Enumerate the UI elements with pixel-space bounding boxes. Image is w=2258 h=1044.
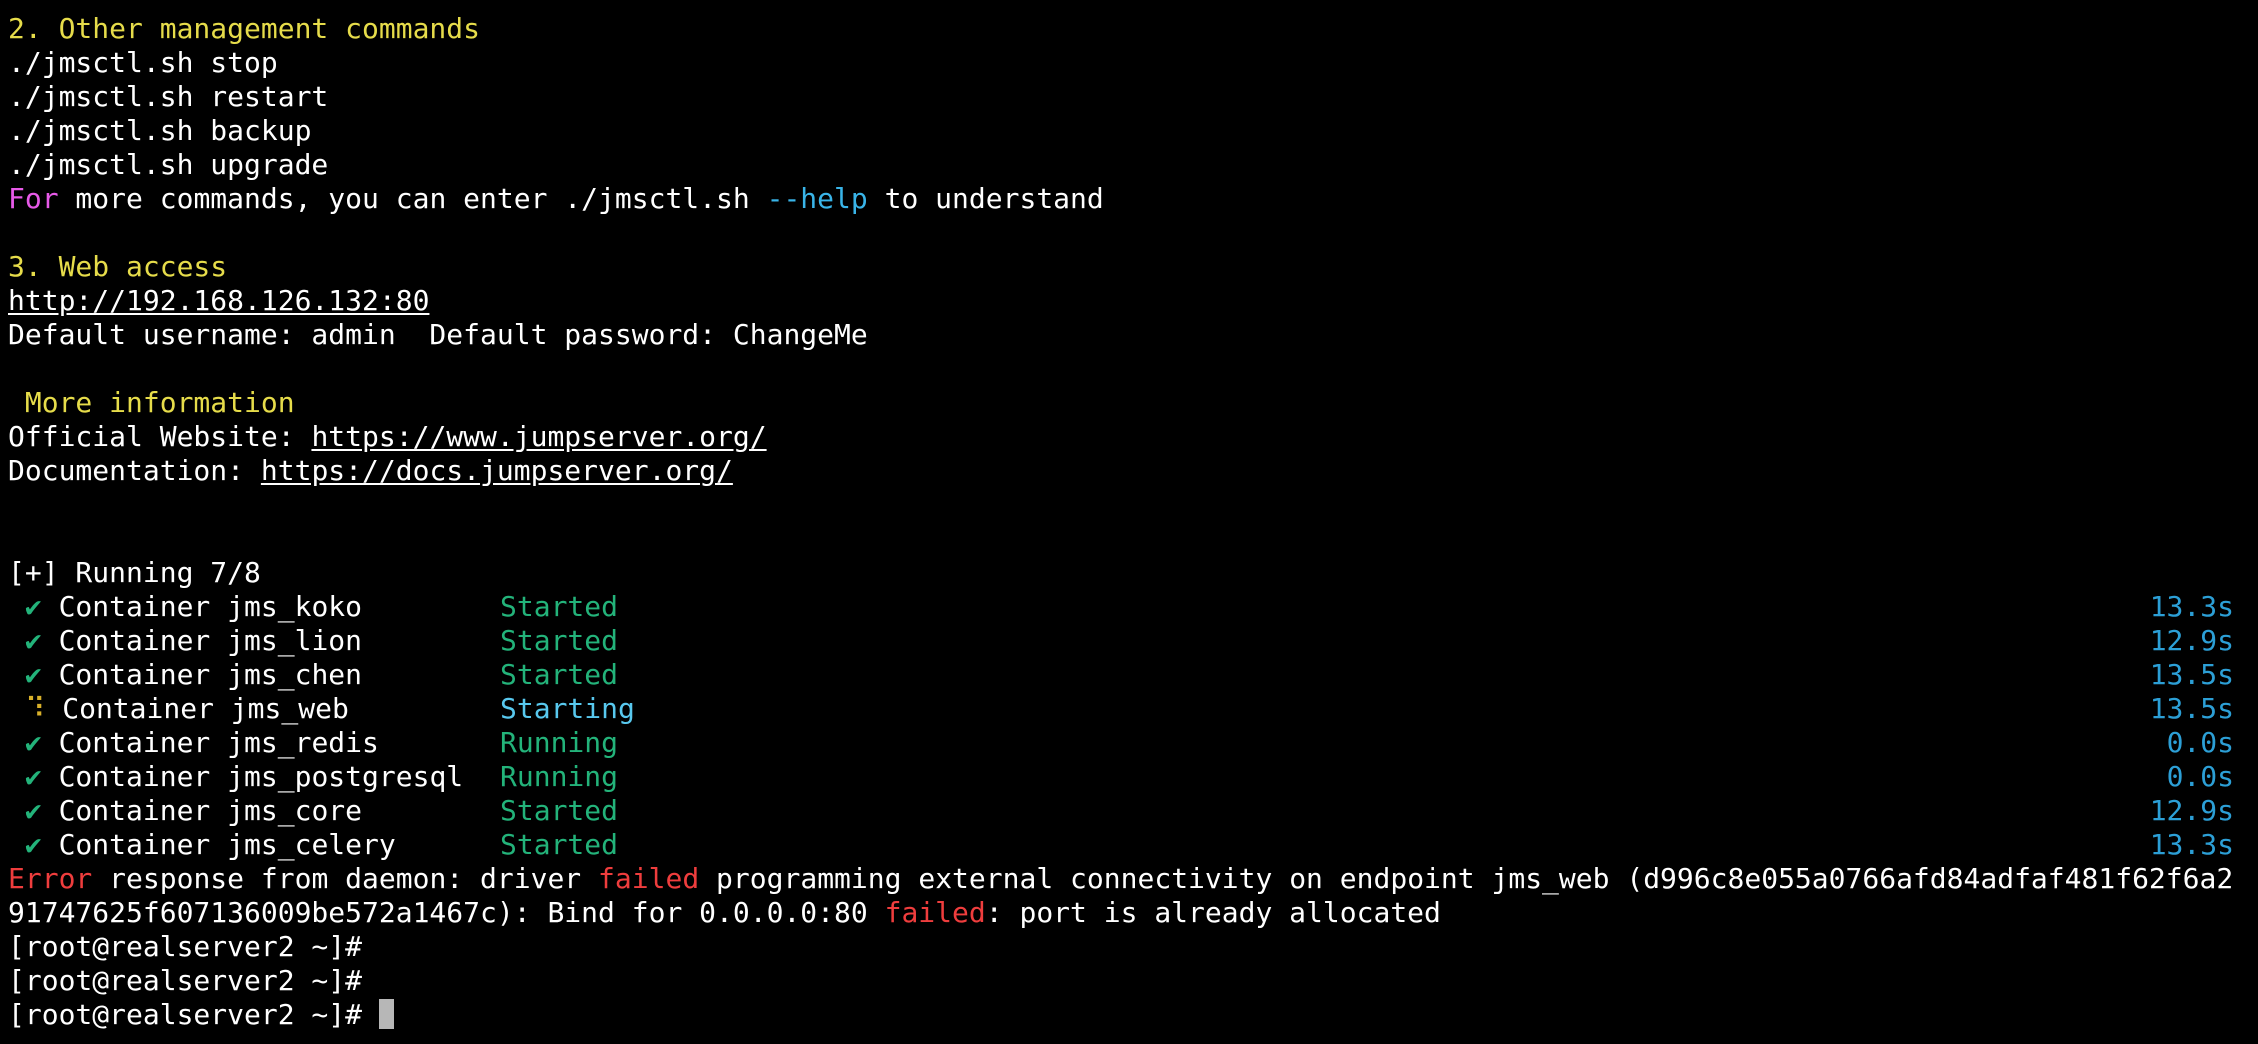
- web-access-url-link[interactable]: http://192.168.126.132:80: [8, 284, 429, 317]
- container-name: Container jms_redis: [41, 726, 379, 759]
- error-text: 91747625f607136009be572a1467c): Bind for…: [8, 896, 885, 929]
- command-line-restart: ./jmsctl.sh restart: [8, 80, 329, 113]
- container-name: Container jms_chen: [41, 658, 363, 691]
- error-failed-keyword: failed: [884, 896, 986, 929]
- docs-link[interactable]: https://docs.jumpserver.org/: [261, 454, 733, 487]
- help-keyword: For: [8, 182, 59, 215]
- website-label: Official Website:: [8, 420, 312, 453]
- error-keyword: Error: [8, 862, 93, 895]
- command-line-stop: ./jmsctl.sh stop: [8, 46, 278, 79]
- error-message-line: Error response from daemon: driver faile…: [8, 862, 2258, 896]
- shell-prompt: [root@realserver2 ~]#: [8, 930, 363, 963]
- container-duration: 13.5s: [2149, 658, 2234, 691]
- section-heading-web-access: 3. Web access: [8, 250, 228, 283]
- error-text: response from daemon: driver: [92, 862, 599, 895]
- container-duration: 0.0s: [2166, 726, 2234, 759]
- container-status: Started: [500, 794, 619, 827]
- container-name: Container jms_koko: [41, 590, 363, 623]
- error-message-line: 91747625f607136009be572a1467c): Bind for…: [8, 896, 2258, 930]
- container-name: Container jms_core: [41, 794, 363, 827]
- section-heading-management: 2. Other management commands: [8, 12, 481, 45]
- container-row: ✔ Container jms_celery Started 13.3s: [8, 828, 2258, 862]
- checkmark-icon: ✔: [24, 726, 42, 759]
- active-prompt-line[interactable]: [root@realserver2 ~]#: [8, 998, 2258, 1032]
- container-status: Running: [500, 760, 619, 793]
- help-text-end: to understand: [867, 182, 1104, 215]
- docs-line: Documentation: https://docs.jumpserver.o…: [8, 454, 2258, 488]
- container-row: ✔ Container jms_lion Started 12.9s: [8, 624, 2258, 658]
- terminal-window[interactable]: 2. Other management commands ./jmsctl.sh…: [0, 0, 2258, 1044]
- checkmark-icon: ✔: [24, 658, 42, 691]
- container-row: ✔ Container jms_postgresql Running 0.0s: [8, 760, 2258, 794]
- section-heading-more-info: More information: [8, 386, 295, 419]
- help-flag: --help: [766, 182, 868, 215]
- error-text: : port is already allocated: [985, 896, 1441, 929]
- compose-progress-header: [+] Running 7/8: [8, 556, 261, 589]
- container-status: Started: [500, 590, 619, 623]
- checkmark-icon: ✔: [24, 794, 42, 827]
- command-line-backup: ./jmsctl.sh backup: [8, 114, 312, 147]
- checkmark-icon: ✔: [24, 624, 42, 657]
- container-status: Started: [500, 658, 619, 691]
- container-row: ✔ Container jms_core Started 12.9s: [8, 794, 2258, 828]
- container-status: Started: [500, 624, 619, 657]
- command-line-upgrade: ./jmsctl.sh upgrade: [8, 148, 329, 181]
- container-row: ⠹ Container jms_web Starting 13.5s: [8, 692, 2258, 726]
- website-link[interactable]: https://www.jumpserver.org/: [311, 420, 766, 453]
- shell-prompt: [root@realserver2 ~]#: [8, 998, 379, 1031]
- shell-prompt: [root@realserver2 ~]#: [8, 964, 363, 997]
- container-row: ✔ Container jms_koko Started 13.3s: [8, 590, 2258, 624]
- container-duration: 13.3s: [2149, 828, 2234, 861]
- container-duration: 12.9s: [2149, 794, 2234, 827]
- text-cursor: [378, 999, 394, 1029]
- container-status: Running: [500, 726, 619, 759]
- container-name: Container jms_web: [45, 692, 349, 725]
- docs-label: Documentation:: [8, 454, 261, 487]
- error-text: programming external connectivity on end…: [699, 862, 2234, 895]
- container-row: ✔ Container jms_redis Running 0.0s: [8, 726, 2258, 760]
- error-failed-keyword: failed: [598, 862, 700, 895]
- checkmark-icon: ✔: [24, 828, 42, 861]
- container-status: Started: [500, 828, 619, 861]
- container-name: Container jms_postgresql: [41, 760, 464, 793]
- spinner-icon: ⠹: [24, 692, 46, 725]
- container-status: Starting: [500, 692, 635, 725]
- checkmark-icon: ✔: [24, 760, 42, 793]
- help-text: more commands, you can enter ./jmsctl.sh: [58, 182, 767, 215]
- container-duration: 0.0s: [2166, 760, 2234, 793]
- container-duration: 13.5s: [2149, 692, 2234, 725]
- website-line: Official Website: https://www.jumpserver…: [8, 420, 2258, 454]
- checkmark-icon: ✔: [24, 590, 42, 623]
- container-row: ✔ Container jms_chen Started 13.5s: [8, 658, 2258, 692]
- container-duration: 13.3s: [2149, 590, 2234, 623]
- credentials-line: Default username: admin Default password…: [8, 318, 868, 351]
- container-name: Container jms_lion: [41, 624, 363, 657]
- container-duration: 12.9s: [2149, 624, 2234, 657]
- help-hint-line: For more commands, you can enter ./jmsct…: [8, 182, 2258, 216]
- container-name: Container jms_celery: [41, 828, 396, 861]
